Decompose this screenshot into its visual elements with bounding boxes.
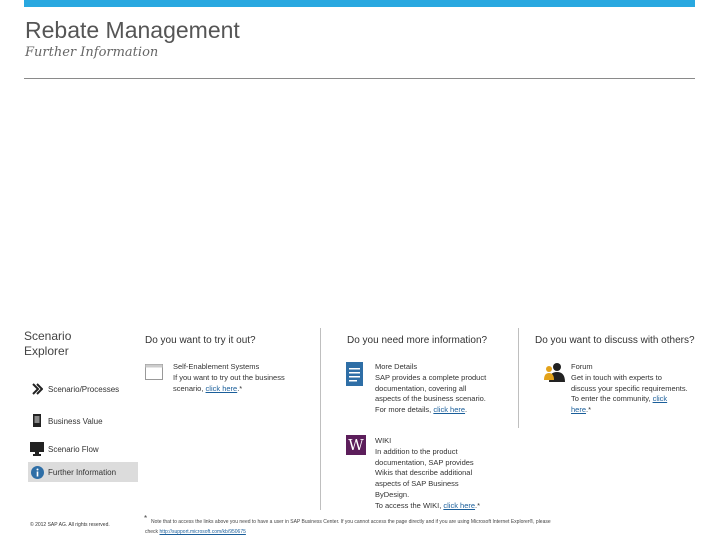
page-title: Rebate Management: [25, 17, 240, 44]
nav-item-label: Scenario/Processes: [48, 385, 119, 394]
blank-page-icon: [145, 364, 163, 385]
card-title: Forum: [571, 362, 688, 373]
top-accent-bar: [24, 0, 695, 7]
self-enablement-link[interactable]: click here: [206, 384, 238, 393]
footnote-marker: *: [144, 514, 147, 524]
card-title: WIKI: [375, 436, 480, 447]
nav-item-scenario-processes[interactable]: Scenario/Processes: [30, 382, 119, 396]
device-icon: [30, 414, 44, 428]
wiki-link[interactable]: click here: [443, 501, 475, 510]
microsoft-kb-link[interactable]: http://support.microsoft.com/kb/950675: [159, 529, 245, 535]
self-enablement-card: Self-Enablement Systems If you want to t…: [173, 362, 285, 394]
column-heading-info: Do you need more information?: [347, 335, 487, 346]
monitor-icon: [30, 442, 44, 456]
info-icon: [30, 465, 44, 479]
document-icon: [346, 362, 363, 391]
column-heading-try: Do you want to try it out?: [145, 335, 256, 346]
nav-item-label: Scenario Flow: [48, 445, 99, 454]
forum-link[interactable]: click: [653, 394, 668, 403]
wiki-icon: W: [346, 435, 366, 455]
wiki-card: WIKI In addition to the product document…: [375, 436, 480, 512]
nav-item-business-value[interactable]: Business Value: [30, 414, 103, 428]
nav-item-further-information[interactable]: Further Information: [30, 465, 116, 479]
forum-card: Forum Get in touch with experts to discu…: [571, 362, 688, 416]
people-icon: [544, 362, 566, 387]
card-title: More Details: [375, 362, 486, 373]
copyright-text: © 2012 SAP AG. All rights reserved.: [30, 522, 110, 528]
column-separator: [320, 328, 321, 510]
column-separator: [518, 328, 519, 428]
footnote: * Note that to access the links above yo…: [145, 517, 715, 537]
more-details-link[interactable]: click here: [433, 405, 465, 414]
page-subtitle: Further Information: [25, 45, 158, 60]
header-divider: [24, 78, 695, 79]
card-title: Self-Enablement Systems: [173, 362, 285, 373]
scenario-explorer-title: Scenario Explorer: [24, 329, 114, 359]
forum-link[interactable]: here: [571, 405, 586, 414]
column-heading-discuss: Do you want to discuss with others?: [535, 335, 695, 346]
nav-item-scenario-flow[interactable]: Scenario Flow: [30, 442, 99, 456]
more-details-card: More Details SAP provides a complete pro…: [375, 362, 486, 416]
nav-item-label: Further Information: [48, 468, 116, 477]
nav-item-label: Business Value: [48, 417, 103, 426]
chevron-right-icon: [30, 382, 44, 396]
